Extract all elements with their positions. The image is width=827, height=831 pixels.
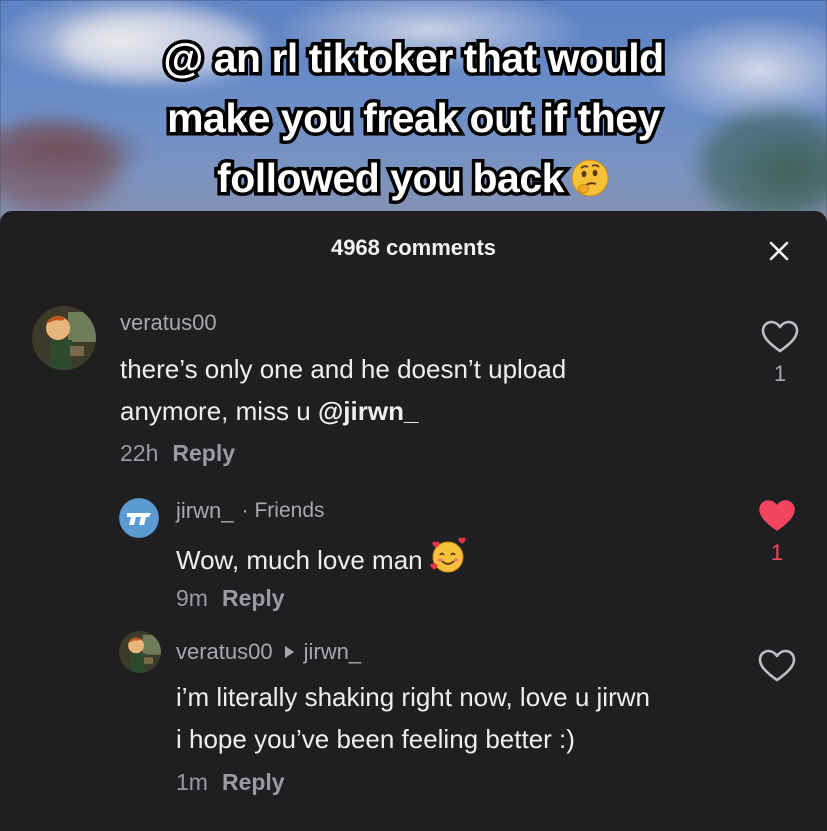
like-count: 1 xyxy=(770,540,784,565)
caption-line: make you freak out if they xyxy=(164,92,664,145)
heart-outline-icon xyxy=(761,320,799,353)
avatar[interactable] xyxy=(119,631,161,673)
comment-meta: 22h Reply xyxy=(120,440,235,467)
avatar-image xyxy=(32,306,96,370)
caption-line: @ an rl tiktoker that would xyxy=(160,32,668,85)
comment-text-line: anymore, miss u xyxy=(120,396,318,426)
avatar[interactable] xyxy=(119,498,159,538)
comment-text-line: i’m literally shaking right now, love u … xyxy=(176,682,650,712)
avatar[interactable] xyxy=(32,306,96,370)
comment-text-line: Wow, much love man xyxy=(176,545,423,575)
close-button[interactable] xyxy=(763,235,795,267)
comment-reply-item: veratus00 jirwn_ i’m literally shaking r… xyxy=(0,631,827,811)
comment-text-line: i hope you’ve been feeling better :) xyxy=(176,724,575,754)
comment-username[interactable]: veratus00 xyxy=(176,639,273,665)
smiling-face-with-hearts-emoji xyxy=(430,537,466,573)
comment-username-row: jirwn_ · Friends xyxy=(176,498,325,524)
comment-time: 9m xyxy=(176,585,208,611)
comment-meta: 1m Reply xyxy=(176,769,285,796)
reply-button[interactable]: Reply xyxy=(172,440,235,466)
comment-text: Wow, much love man xyxy=(176,537,467,581)
comments-header: 4968 comments xyxy=(0,211,827,289)
comment-item: veratus00 there’s only one and he doesn’… xyxy=(0,300,827,480)
reply-to-username[interactable]: jirwn_ xyxy=(304,639,361,665)
reply-button[interactable]: Reply xyxy=(222,585,285,611)
comment-reply-item: jirwn_ · Friends Wow, much love man 9m Re… xyxy=(0,491,827,631)
comments-sheet: 4968 comments veratus00 there’s only one… xyxy=(0,211,827,831)
like-button[interactable]: 1 xyxy=(757,499,797,566)
friends-separator: · xyxy=(241,499,249,522)
comment-username-row: veratus00 jirwn_ xyxy=(176,639,361,665)
like-count: 1 xyxy=(773,361,787,386)
comment-username-row: veratus00 xyxy=(120,310,217,336)
comment-text: there’s only one and he doesn’t upload a… xyxy=(120,348,566,432)
friends-badge: Friends xyxy=(254,499,325,522)
comment-username[interactable]: veratus00 xyxy=(120,310,217,336)
mention-link[interactable]: @jirwn_ xyxy=(318,396,418,426)
heart-outline-icon xyxy=(758,649,796,682)
comment-time: 1m xyxy=(176,769,208,795)
caption-line: followed you back xyxy=(214,152,568,205)
like-button[interactable]: 1 xyxy=(760,320,800,387)
reply-button[interactable]: Reply xyxy=(222,769,285,795)
close-icon xyxy=(769,241,789,261)
comment-username[interactable]: jirwn_ xyxy=(176,498,233,524)
comment-text: i’m literally shaking right now, love u … xyxy=(176,676,650,760)
reply-to-arrow-icon xyxy=(284,646,294,658)
thinking-face-emoji xyxy=(571,159,609,197)
comment-text-line: there’s only one and he doesn’t upload xyxy=(120,354,567,384)
video-caption: @ an rl tiktoker that would make you fre… xyxy=(0,28,827,208)
like-button[interactable] xyxy=(757,649,797,688)
comments-count-title: 4968 comments xyxy=(330,235,497,260)
comment-meta: 9m Reply xyxy=(176,585,285,612)
avatar-image xyxy=(119,498,159,538)
comment-time: 22h xyxy=(120,440,159,466)
avatar-image xyxy=(119,631,161,673)
heart-filled-icon xyxy=(759,500,795,531)
